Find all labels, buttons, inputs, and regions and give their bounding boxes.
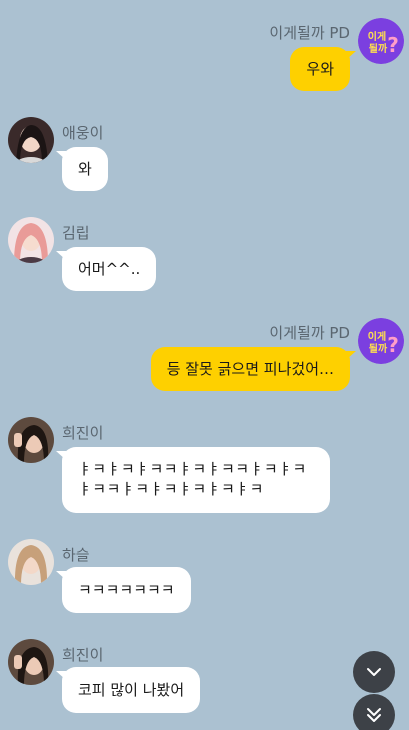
sender-name: 애웅이 — [62, 124, 104, 142]
message-bubble[interactable]: ㅑㅋㅑㅋㅑㅋㅋㅑㅋㅑㅋㅋㅑㅋㅑㅋㅑㅋㅋㅑㅋㅑㅋㅑㅋㅑㅋㅑㅋ — [56, 447, 330, 513]
double-chevron-down-icon — [367, 708, 381, 722]
pd-logo-icon: 이게 될까 ? — [358, 318, 404, 364]
member-photo-icon — [8, 217, 54, 263]
member-photo-icon — [8, 539, 54, 585]
message-bubble[interactable]: 등 잘못 긁으면 피나겄어… — [150, 347, 357, 391]
message-bubble[interactable]: 어머^^.. — [55, 247, 157, 291]
member-photo-icon — [8, 417, 54, 463]
sender-name: 김립 — [62, 224, 90, 242]
sender-name: 이게될까 PD — [269, 324, 350, 342]
svg-text:?: ? — [387, 333, 399, 357]
avatar[interactable] — [8, 217, 54, 263]
svg-text:될까: 될까 — [369, 42, 388, 55]
message-bubble[interactable]: 코피 많이 나봤어 — [55, 667, 201, 713]
scroll-to-bottom-button[interactable] — [353, 694, 395, 730]
sender-name: 이게될까 PD — [269, 24, 350, 42]
member-photo-icon — [8, 639, 54, 685]
avatar[interactable] — [8, 639, 54, 685]
svg-text:?: ? — [387, 33, 399, 57]
message-bubble[interactable]: 우와 — [290, 47, 356, 91]
message-bubble[interactable]: ㅋㅋㅋㅋㅋㅋㅋ — [56, 567, 191, 613]
svg-text:이게: 이게 — [368, 30, 386, 43]
sender-name: 희진이 — [62, 646, 104, 664]
scroll-down-button[interactable] — [353, 651, 395, 693]
avatar[interactable] — [8, 117, 54, 163]
pd-avatar[interactable]: 이게 될까 ? — [358, 318, 404, 364]
pd-logo-icon: 이게 될까 ? — [358, 18, 404, 64]
member-photo-icon — [8, 117, 54, 163]
avatar[interactable] — [8, 417, 54, 463]
message-bubble[interactable]: 와 — [56, 147, 108, 191]
sender-name: 희진이 — [62, 424, 104, 442]
pd-avatar[interactable]: 이게 될까 ? — [358, 18, 404, 64]
sender-name: 하슬 — [62, 546, 90, 564]
svg-text:이게: 이게 — [368, 330, 386, 343]
avatar[interactable] — [8, 539, 54, 585]
chevron-down-icon — [367, 668, 381, 676]
svg-text:될까: 될까 — [369, 342, 388, 355]
